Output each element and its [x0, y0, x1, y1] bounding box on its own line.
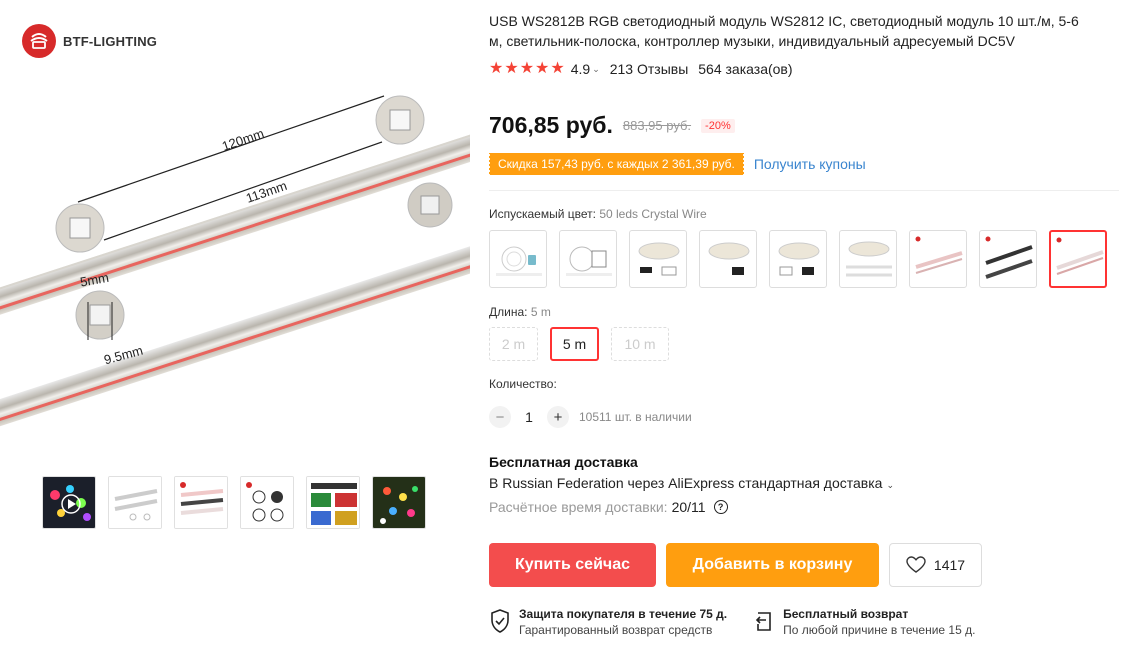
add-to-cart-button[interactable]: Добавить в корзину	[666, 543, 879, 587]
color-option-9[interactable]	[1049, 230, 1107, 288]
buyer-protection-subtitle: Гарантированный возврат средств	[519, 623, 713, 637]
stock-count: 10511 шт. в наличии	[579, 410, 692, 424]
chevron-down-icon: ⌄	[886, 480, 894, 490]
return-arrow-icon	[756, 612, 771, 631]
main-product-image[interactable]: 120mm 113mm 5mm 9.5mm	[0, 70, 521, 460]
product-gallery: BTF-LIGHTING 120mm 113mm 5mm 9.5mm	[0, 0, 521, 656]
color-value: 50 leds Crystal Wire	[599, 207, 707, 221]
length-option-2m[interactable]: 2 m	[489, 327, 538, 361]
rating-row: ★ ★ ★ ★ ★ 4.9 ⌄ 213 Отзывы 564 заказа(ов…	[489, 61, 793, 78]
current-price: 706,85 руб.	[489, 112, 613, 138]
color-label-row: Испускаемый цвет: 50 leds Crystal Wire	[489, 207, 707, 221]
length-value: 5 m	[530, 305, 551, 319]
free-return-title: Бесплатный возврат	[783, 607, 909, 621]
help-icon[interactable]: ?	[713, 500, 728, 514]
color-option-6[interactable]	[839, 230, 897, 288]
length-option-10m[interactable]: 10 m	[611, 327, 669, 361]
free-return: Бесплатный возврат По любой причине в те…	[753, 606, 975, 638]
color-option-7[interactable]	[909, 230, 967, 288]
quantity-input[interactable]: 1	[511, 409, 547, 425]
brand-logo-icon	[22, 24, 56, 58]
guarantees: Защита покупателя в течение 75 д. Гарант…	[489, 606, 975, 638]
rating-value[interactable]: 4.9	[571, 61, 590, 77]
quantity-label: Количество:	[489, 377, 557, 391]
price-row: 706,85 руб. 883,95 руб. -20%	[489, 112, 735, 139]
old-price: 883,95 руб.	[622, 118, 692, 133]
thumbnail-5[interactable]	[306, 476, 360, 529]
thumbnail-strip	[42, 476, 426, 529]
coupon-badge: Скидка 157,43 руб. с каждых 2 361,39 руб…	[488, 153, 745, 175]
quantity-stepper: − 1 + 10511 шт. в наличии	[489, 406, 692, 428]
color-option-5[interactable]	[769, 230, 827, 288]
delivery-time: Расчётное время доставки: 20/11 ?	[489, 499, 728, 515]
length-options: 2 m 5 m 10 m	[489, 327, 669, 361]
rating-stars: ★ ★ ★ ★ ★	[489, 61, 565, 77]
product-title: USB WS2812B RGB светодиодный модуль WS28…	[489, 13, 1079, 49]
brand-name: BTF-LIGHTING	[63, 33, 158, 49]
thumbnail-6[interactable]	[372, 476, 426, 529]
increase-quantity-button[interactable]: +	[547, 406, 569, 428]
color-option-8[interactable]	[979, 230, 1037, 288]
coupon-row: Скидка 157,43 руб. с каждых 2 361,39 руб…	[488, 153, 866, 175]
color-option-2[interactable]	[559, 230, 617, 288]
buyer-protection: Защита покупателя в течение 75 д. Гарант…	[489, 606, 727, 638]
color-options	[489, 230, 1107, 288]
color-label: Испускаемый цвет:	[489, 207, 596, 221]
buy-now-button[interactable]: Купить сейчас	[489, 543, 656, 587]
star-icon: ★	[535, 60, 550, 77]
delivery-time-label: Расчётное время доставки:	[489, 499, 668, 515]
buyer-protection-title: Защита покупателя в течение 75 д.	[519, 607, 728, 621]
length-label: Длина:	[489, 305, 528, 319]
star-icon: ★	[489, 60, 504, 77]
length-label-row: Длина: 5 m	[489, 305, 551, 319]
color-option-3[interactable]	[629, 230, 687, 288]
get-coupons-link[interactable]: Получить купоны	[754, 156, 866, 172]
discount-badge: -20%	[701, 118, 735, 133]
shield-check-icon	[491, 609, 509, 633]
star-icon: ★	[519, 60, 535, 77]
length-option-5m[interactable]: 5 m	[550, 327, 599, 361]
free-return-subtitle: По любой причине в течение 15 д.	[783, 623, 976, 637]
delivery-time-value: 20/11	[671, 499, 706, 515]
thumbnail-3[interactable]	[174, 476, 228, 529]
thumbnail-4[interactable]	[240, 476, 294, 529]
thumbnail-2[interactable]	[108, 476, 162, 529]
shipping-title: Бесплатная доставка	[489, 454, 638, 470]
color-option-1[interactable]	[489, 230, 547, 288]
shipping-method[interactable]: В Russian Federation через AliExpress ст…	[489, 475, 894, 491]
color-option-4[interactable]	[699, 230, 757, 288]
heart-icon	[906, 556, 926, 573]
reviews-link[interactable]: 213 Отзывы	[610, 61, 689, 77]
wishlist-count: 1417	[933, 557, 966, 573]
action-buttons: Купить сейчас Добавить в корзину 1417	[489, 543, 982, 587]
star-icon: ★	[550, 60, 565, 77]
orders-count: 564 заказа(ов)	[698, 61, 793, 77]
brand-logo: BTF-LIGHTING	[22, 24, 157, 58]
decrease-quantity-button[interactable]: −	[489, 406, 511, 428]
wishlist-button[interactable]: 1417	[889, 543, 982, 587]
star-icon: ★	[504, 60, 519, 77]
thumbnail-1[interactable]	[42, 476, 96, 529]
shipping-method-text: В Russian Federation через AliExpress ст…	[489, 475, 883, 491]
chevron-down-icon[interactable]: ⌄	[592, 64, 600, 75]
annotation-120mm: 120mm	[220, 126, 266, 154]
divider	[489, 190, 1119, 191]
